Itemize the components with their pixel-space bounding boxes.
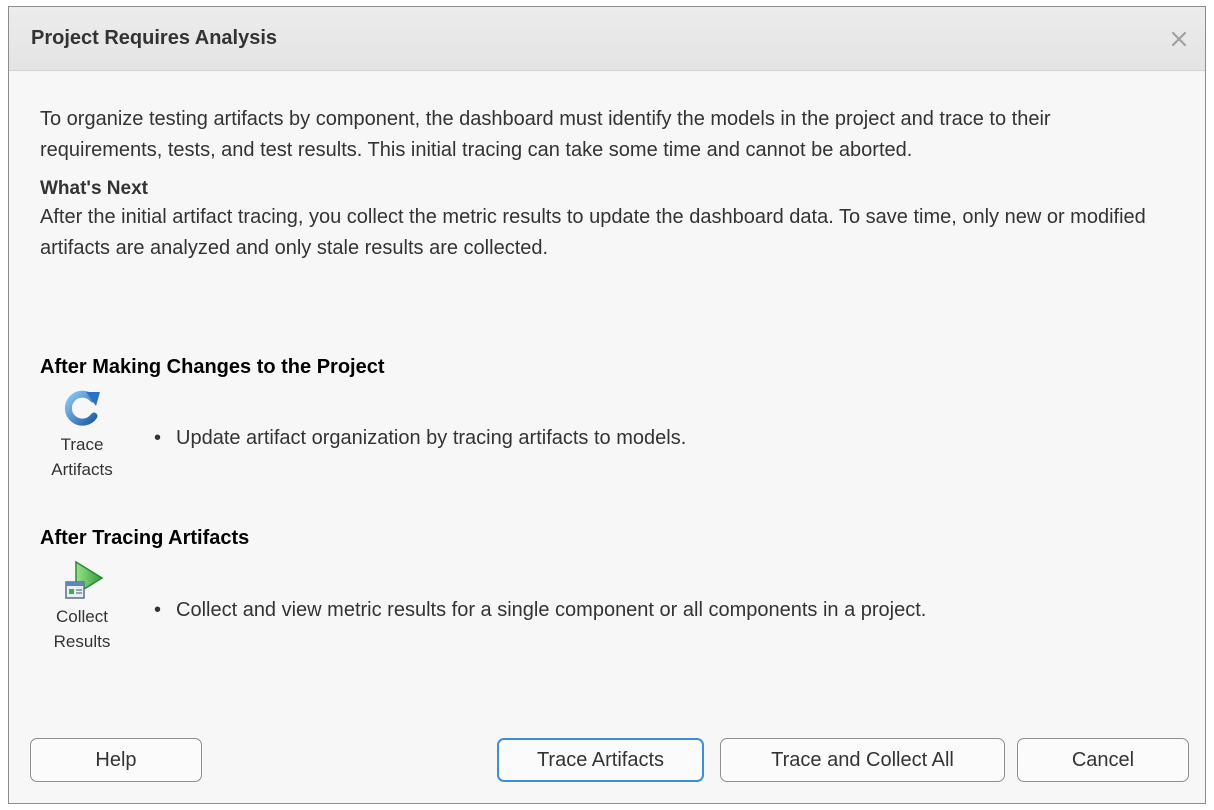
- collect-results-icon: [65, 560, 104, 599]
- cancel-button[interactable]: Cancel: [1017, 738, 1189, 782]
- trace-artifacts-tool: Trace Artifacts: [36, 386, 128, 482]
- section-heading-after-changes: After Making Changes to the Project: [40, 356, 385, 378]
- dialog-body: To organize testing artifacts by compone…: [40, 104, 1170, 264]
- bullet-item-collect: • Collect and view metric results for a s…: [154, 599, 927, 621]
- trace-and-collect-all-button[interactable]: Trace and Collect All: [720, 738, 1005, 782]
- intro-text: To organize testing artifacts by compone…: [40, 108, 1051, 161]
- whats-next-text: After the initial artifact tracing, you …: [40, 206, 1146, 259]
- dialog-title: Project Requires Analysis: [31, 27, 278, 49]
- bullet-item-trace: • Update artifact organization by tracing…: [154, 427, 687, 449]
- help-button[interactable]: Help: [30, 738, 202, 782]
- bullet-text-collect: Collect and view metric results for a si…: [176, 599, 927, 621]
- collect-results-tool-label-line1: Collect: [56, 607, 108, 626]
- dialog-titlebar: Project Requires Analysis: [9, 7, 1205, 71]
- bullet-text-trace: Update artifact organization by tracing …: [176, 427, 687, 449]
- trace-artifacts-button[interactable]: Trace Artifacts: [497, 738, 704, 782]
- collect-results-tool: Collect Results: [36, 558, 128, 654]
- collect-results-tool-label-line2: Results: [53, 632, 111, 651]
- close-icon: [1171, 31, 1187, 47]
- close-button[interactable]: [1167, 27, 1191, 51]
- trace-artifacts-icon: [64, 390, 100, 426]
- trace-artifacts-tool-label-line2: Artifacts: [51, 460, 113, 479]
- trace-artifacts-tool-label-line1: Trace: [60, 435, 104, 454]
- section-heading-after-tracing: After Tracing Artifacts: [40, 527, 250, 549]
- whats-next-heading: What's Next: [40, 178, 148, 199]
